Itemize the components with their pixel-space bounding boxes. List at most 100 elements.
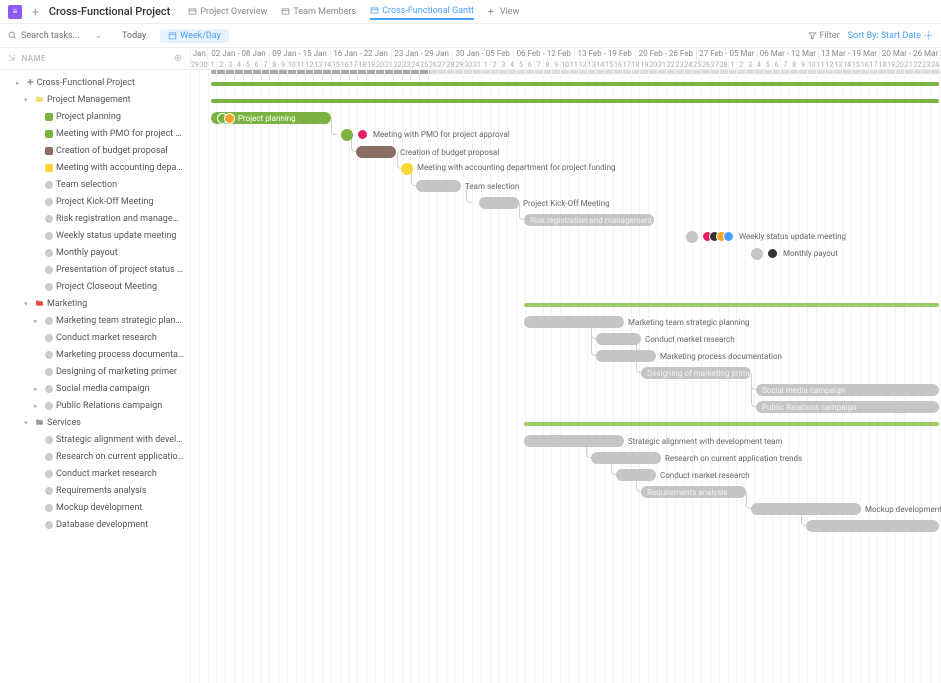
tree-item[interactable]: Research on current application ... bbox=[0, 448, 190, 465]
tree-item[interactable]: Designing of marketing primer bbox=[0, 363, 190, 380]
tree-item[interactable]: Mockup development bbox=[0, 499, 190, 516]
day-header: 7 bbox=[781, 59, 790, 70]
month-header: 27 Feb - 05 Mar bbox=[697, 48, 758, 59]
day-header: 16 bbox=[861, 59, 870, 70]
day-header: 25 bbox=[420, 59, 429, 70]
task-tree: ▸✚Cross-Functional Project▾Project Manag… bbox=[0, 70, 190, 683]
day-header: 18 bbox=[358, 59, 367, 70]
day-header: 5 bbox=[764, 59, 773, 70]
milestone[interactable]: Meeting with accounting department for p… bbox=[401, 163, 413, 175]
task-bar[interactable]: Strategic alignment with development tea… bbox=[524, 435, 624, 447]
sort-button[interactable]: Sort By: Start Date bbox=[848, 31, 933, 41]
day-header: 12 bbox=[579, 59, 588, 70]
task-bar[interactable]: Team selection bbox=[416, 180, 461, 192]
calendar-icon bbox=[168, 31, 177, 40]
day-header: 16 bbox=[341, 59, 350, 70]
timeline-header: Jan02 Jan - 08 Jan09 Jan - 15 Jan16 Jan … bbox=[191, 48, 941, 70]
gantt-body[interactable]: Project planning Meeting with PMO for pro… bbox=[191, 70, 941, 683]
tree-item[interactable]: ▸Public Relations campaign bbox=[0, 397, 190, 414]
tree-label: Team selection bbox=[56, 180, 117, 190]
summary-bar[interactable] bbox=[211, 82, 939, 86]
tree-item[interactable]: ▾Project Management bbox=[0, 91, 190, 108]
tree-item[interactable]: Strategic alignment with develop... bbox=[0, 431, 190, 448]
tree-label: Marketing process documentation bbox=[56, 350, 184, 360]
task-bar[interactable]: Designing of marketing primer bbox=[641, 367, 751, 379]
tree-item[interactable]: ▾Services bbox=[0, 414, 190, 431]
search-input[interactable]: ⌄ bbox=[8, 31, 108, 41]
tree-label: Creation of budget proposal bbox=[56, 146, 168, 156]
chevron-down-icon[interactable]: ⌄ bbox=[95, 31, 102, 40]
month-header: 20 Feb - 26 Feb bbox=[636, 48, 697, 59]
tree-label: Research on current application ... bbox=[56, 452, 184, 462]
task-bar[interactable]: Database development bbox=[806, 520, 939, 532]
tree-item[interactable]: Weekly status update meeting bbox=[0, 227, 190, 244]
plus-icon[interactable]: + bbox=[32, 5, 39, 19]
tree-item[interactable]: Conduct market research bbox=[0, 329, 190, 346]
status-icon bbox=[45, 504, 53, 512]
task-bar[interactable]: Requirements analysis bbox=[641, 486, 746, 498]
status-icon bbox=[45, 351, 53, 359]
task-bar[interactable]: Mockup development bbox=[751, 503, 861, 515]
tree-item[interactable]: ▸Social media campaign bbox=[0, 380, 190, 397]
filter-button[interactable]: Filter bbox=[808, 31, 840, 41]
task-bar[interactable]: Project Kick-Off Meeting bbox=[479, 197, 519, 209]
day-header: 6 bbox=[773, 59, 782, 70]
day-header: 3 bbox=[499, 59, 508, 70]
tree-item[interactable]: Database development bbox=[0, 516, 190, 533]
tab-project-overview[interactable]: Project Overview bbox=[188, 4, 267, 20]
tree-label: Cross-Functional Project bbox=[37, 78, 135, 88]
status-icon bbox=[45, 215, 53, 223]
month-header: Jan bbox=[191, 48, 208, 59]
tree-item[interactable]: Meeting with PMO for project a... bbox=[0, 125, 190, 142]
today-button[interactable]: Today bbox=[116, 29, 152, 43]
task-bar[interactable]: Marketing team strategic planning bbox=[524, 316, 624, 328]
tree-item[interactable]: Monthly payout bbox=[0, 244, 190, 261]
summary-bar[interactable] bbox=[524, 422, 939, 426]
tree-item[interactable]: Meeting with accounting depart... bbox=[0, 159, 190, 176]
task-bar[interactable]: Project planning bbox=[211, 112, 331, 124]
tree-item[interactable]: Conduct market research bbox=[0, 465, 190, 482]
tree-item[interactable]: Risk registration and management bbox=[0, 210, 190, 227]
tree-item[interactable]: ▾Marketing bbox=[0, 295, 190, 312]
day-header: 16 bbox=[614, 59, 623, 70]
tree-item[interactable]: Marketing process documentation bbox=[0, 346, 190, 363]
day-header: 3 bbox=[226, 59, 235, 70]
summary-bar[interactable] bbox=[524, 303, 939, 307]
tree-label: Project Kick-Off Meeting bbox=[56, 197, 153, 207]
day-header: 30 bbox=[200, 59, 209, 70]
tree-item[interactable]: Project Closeout Meeting bbox=[0, 278, 190, 295]
search-field[interactable] bbox=[21, 31, 91, 41]
tree-item[interactable]: Team selection bbox=[0, 176, 190, 193]
tab-cross-functional-gantt[interactable]: Cross-Functional Gantt bbox=[370, 4, 474, 20]
day-header: 8 bbox=[790, 59, 799, 70]
status-icon bbox=[45, 402, 53, 410]
task-bar[interactable]: Public Relations campaign bbox=[756, 401, 939, 413]
view-toggle[interactable]: Week/Day bbox=[160, 29, 229, 43]
tree-item[interactable]: Presentation of project status re... bbox=[0, 261, 190, 278]
task-bar[interactable]: Risk registration and management bbox=[524, 214, 654, 226]
task-bar[interactable]: Conduct market research bbox=[616, 469, 656, 481]
task-bar[interactable]: Creation of budget proposal bbox=[356, 146, 396, 158]
task-bar[interactable]: Research on current application trends bbox=[591, 452, 661, 464]
tab-view[interactable]: +View bbox=[488, 4, 519, 20]
gantt-chart[interactable]: Jan02 Jan - 08 Jan09 Jan - 15 Jan16 Jan … bbox=[191, 48, 941, 683]
tree-item[interactable]: Project Kick-Off Meeting bbox=[0, 193, 190, 210]
task-bar[interactable]: Social media campaign bbox=[756, 384, 939, 396]
tree-item[interactable]: Requirements analysis bbox=[0, 482, 190, 499]
tree-item[interactable]: Creation of budget proposal bbox=[0, 142, 190, 159]
milestone[interactable]: Meeting with PMO for project approval bbox=[341, 129, 353, 141]
tree-item[interactable]: ▸✚Cross-Functional Project bbox=[0, 74, 190, 91]
milestone[interactable]: Weekly status update meeting bbox=[686, 231, 698, 243]
status-icon bbox=[45, 113, 53, 121]
tree-label: Weekly status update meeting bbox=[56, 231, 176, 241]
milestone[interactable]: Monthly payout bbox=[751, 248, 763, 260]
add-column-icon[interactable]: ⊕ bbox=[174, 53, 182, 64]
tree-item[interactable]: Project planning bbox=[0, 108, 190, 125]
tab-team-members[interactable]: Team Members bbox=[281, 4, 356, 20]
summary-bar[interactable] bbox=[211, 99, 939, 103]
task-bar[interactable]: Marketing process documentation bbox=[596, 350, 656, 362]
expand-all-icon[interactable]: ⇲ bbox=[8, 54, 16, 64]
task-bar[interactable]: Conduct market research bbox=[596, 333, 641, 345]
day-header: 19 bbox=[887, 59, 896, 70]
tree-item[interactable]: ▸Marketing team strategic planning bbox=[0, 312, 190, 329]
